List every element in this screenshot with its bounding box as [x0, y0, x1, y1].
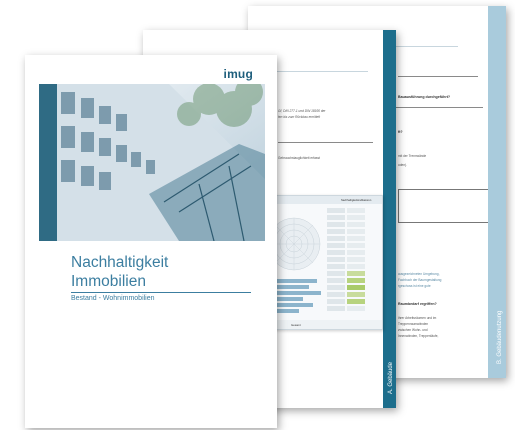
text-snippet: mit der Trennwände — [398, 154, 427, 158]
text-snippet: Treppenraumwänden — [398, 322, 429, 326]
chapter-label: A. Gebäude — [387, 361, 394, 394]
svg-text:Nachhaltigkeitsindikatoren: Nachhaltigkeitsindikatoren — [341, 198, 372, 202]
text-snippet: Fachbuch der Baumgestaltung — [398, 278, 442, 282]
title-underline — [71, 292, 251, 293]
cover-subtitle: Bestand - Wohnimmobilien — [71, 295, 155, 302]
cover-title-line-2: Immobilien — [71, 273, 146, 290]
question-heading: ft? — [398, 130, 403, 134]
question-heading: Bauausführung durchgeführt? — [398, 95, 451, 99]
text-snippet: zwischen Wohn- und — [398, 328, 428, 332]
dashboard-graphic: Nachhaltigkeitsindikatoren Gesamt — [259, 196, 382, 329]
text-snippet: oden). — [398, 163, 408, 167]
text-snippet: Gf, DIN 277-1 und DIN 18930 der — [278, 109, 326, 113]
text-line — [278, 142, 373, 143]
text-snippet: ten bis zum Rückbau ermittelt — [278, 115, 320, 119]
chapter-label: B. Gebäudenutzung — [497, 310, 503, 364]
cover-page: imug Nachhaltigkeit Immobilien Bestand -… — [25, 55, 277, 428]
chapter-sidebar: B. Gebäudenutzung — [488, 6, 506, 378]
text-snippet: Innenwänden, Treppenläufe, — [398, 334, 439, 338]
text-snippet: ihrer Arbeitsräumen und im — [398, 316, 437, 320]
text-snippet: Gebrauchstauglichkeit erfasst — [278, 156, 320, 160]
text-snippet: ausgezeichneten Umgebung, — [398, 272, 440, 276]
text-line — [398, 76, 478, 77]
text-snippet: rgeschoss ist eine gute — [398, 284, 431, 288]
question-heading: Raumbedarf ergriffen? — [398, 302, 437, 306]
svg-text:Gesamt: Gesamt — [291, 323, 301, 327]
imug-logo: imug — [223, 67, 253, 81]
cover-title: Nachhaltigkeit Immobilien — [71, 253, 168, 291]
answer-box — [398, 189, 490, 223]
building-illustration — [39, 84, 265, 241]
building-photo — [39, 84, 265, 241]
chapter-sidebar: A. Gebäude — [383, 30, 396, 408]
cover-title-line-1: Nachhaltigkeit — [71, 254, 169, 271]
